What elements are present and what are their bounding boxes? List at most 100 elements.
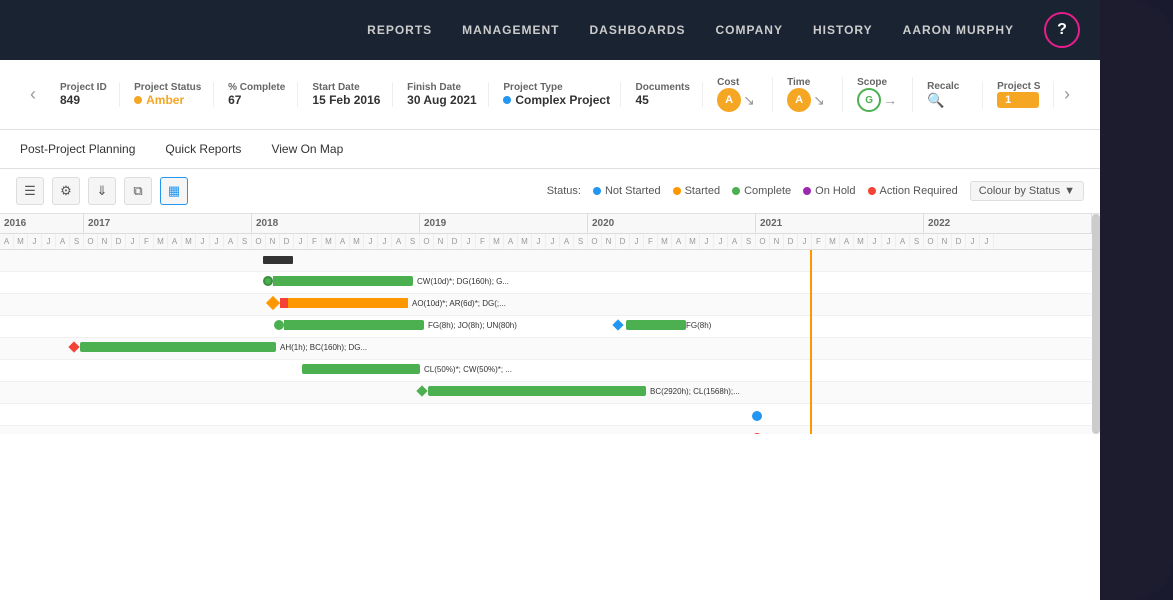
gantt-row-7: BC(2920h); CL(1568h);... [0, 382, 1100, 404]
colour-by-status-label: Colour by Status [979, 185, 1060, 197]
year-2020: 2020 [588, 214, 756, 233]
gantt-bar-6 [302, 364, 420, 374]
gantt-row-8 [0, 404, 1100, 426]
legend-action-required: Action Required [868, 185, 958, 197]
start-date-value: 15 Feb 2016 [312, 93, 378, 107]
year-2021: 2021 [756, 214, 924, 233]
milestone-dot-8a [752, 411, 762, 421]
help-button[interactable]: ? [1044, 12, 1080, 48]
legend-complete: Complete [732, 185, 791, 197]
recalc-field: Recalc 🔍 [913, 81, 983, 109]
project-status-label: Project Status [134, 82, 199, 93]
gantt-bar-3-inner [280, 298, 408, 308]
legend-on-hold: On Hold [803, 185, 855, 197]
subnav-quick-reports[interactable]: Quick Reports [165, 140, 241, 158]
bar-start-diamond-2 [263, 276, 273, 286]
today-line [810, 250, 812, 434]
settings-icon: ⚙ [60, 183, 72, 199]
scope-label: Scope [857, 77, 898, 88]
started-label: Started [685, 185, 720, 197]
time-arrow-icon: ↘ [813, 92, 825, 109]
gantt-row-4: FG(8h); JO(8h); UN(80h) FG(8h) [0, 316, 1100, 338]
gantt-bar-group-7: BC(2920h); CL(1568h);... [418, 386, 740, 396]
project-id-value: 849 [60, 93, 105, 107]
gantt-bar-label-2: CW(10d)*; DG(160h); G... [417, 277, 509, 286]
gantt-bar-7 [428, 386, 646, 396]
filter-button[interactable]: ☰ [16, 177, 44, 205]
status-label: Status: [547, 185, 581, 197]
nav-dashboards[interactable]: DASHBOARDS [590, 23, 686, 37]
project-type-value: Complex Project [503, 93, 606, 107]
download-button[interactable]: ⇓ [88, 177, 116, 205]
action-required-label: Action Required [880, 185, 958, 197]
started-dot [673, 187, 681, 195]
documents-label: Documents [635, 82, 688, 93]
project-s-badge: 1 [997, 92, 1039, 108]
expand-icon: ⧉ [133, 183, 142, 199]
milestone-dot-9 [752, 433, 762, 434]
nav-reports[interactable]: REPORTS [367, 23, 432, 37]
colour-by-status-button[interactable]: Colour by Status ▼ [970, 181, 1084, 201]
nav-history[interactable]: HISTORY [813, 23, 873, 37]
gantt-bar-label-7: BC(2920h); CL(1568h);... [650, 387, 740, 396]
cost-label: Cost [717, 77, 758, 88]
gantt-scrollbar[interactable] [1092, 214, 1100, 434]
complete-label: Complete [744, 185, 791, 197]
gantt-bar-label-5: AH(1h); BC(160h); DG... [280, 343, 367, 352]
project-status-value: Amber [134, 93, 199, 107]
legend-not-started: Not Started [593, 185, 661, 197]
recalc-label: Recalc [927, 81, 968, 92]
project-id-field: Project ID 849 [46, 82, 120, 107]
nav-company[interactable]: COMPANY [716, 23, 783, 37]
finish-date-field: Finish Date 30 Aug 2021 [393, 82, 489, 107]
blue-dot-icon [503, 96, 511, 104]
time-label: Time [787, 77, 828, 88]
nav-user[interactable]: AARON MURPHY [903, 23, 1014, 37]
year-2019: 2019 [420, 214, 588, 233]
project-info-bar: ‹ Project ID 849 Project Status Amber % … [0, 60, 1100, 130]
chat-icon: ▦ [168, 183, 180, 199]
gantt-bar-2 [273, 276, 413, 286]
gantt-bar-label-3: AO(10d)*; AR(6d)*; DG(;... [412, 299, 506, 308]
download-icon: ⇓ [97, 183, 108, 199]
top-nav: REPORTS MANAGEMENT DASHBOARDS COMPANY HI… [0, 0, 1100, 60]
gantt-month-headers: AM JJ AS ON D JF MA MJ JA SO ND JF MA MJ… [0, 234, 1100, 250]
expand-button[interactable]: ⧉ [124, 177, 152, 205]
legend-started: Started [673, 185, 720, 197]
gantt-bar-label-4: FG(8h); JO(8h); UN(80h) [428, 321, 517, 330]
year-2017: 2017 [84, 214, 252, 233]
subnav-post-project[interactable]: Post-Project Planning [20, 140, 135, 158]
gantt-bar-5 [80, 342, 276, 352]
bar-red-3 [280, 298, 288, 308]
gantt-bar-group-4b: FG(8h) [614, 320, 711, 330]
not-started-dot [593, 187, 601, 195]
prev-project-arrow[interactable]: ‹ [20, 84, 46, 105]
scope-arrow-icon: → [883, 92, 897, 108]
project-s-label: Project S [997, 81, 1039, 92]
chat-button[interactable]: ▦ [160, 177, 188, 205]
filter-icon: ☰ [24, 183, 36, 199]
scope-field: Scope G → [843, 77, 913, 112]
gantt-chart[interactable]: 2016 2017 2018 2019 2020 2021 2022 AM JJ… [0, 214, 1100, 434]
cost-arrow-icon: ↘ [743, 92, 755, 109]
time-badge-group: A ↘ [787, 88, 828, 112]
bar-diamond-3 [266, 296, 280, 310]
nav-management[interactable]: MANAGEMENT [462, 23, 559, 37]
gantt-row-6: CL(50%)*; CW(50%)*; ... [0, 360, 1100, 382]
gantt-bar-4b [626, 320, 686, 330]
gantt-row-2: CW(10d)*; DG(160h); G... [0, 272, 1100, 294]
recalc-search-icon[interactable]: 🔍 [927, 92, 968, 109]
bar-diamond-7 [416, 385, 427, 396]
sub-nav: Post-Project Planning Quick Reports View… [0, 130, 1100, 169]
gantt-bar-group-2: CW(10d)*; DG(160h); G... [263, 276, 509, 286]
gantt-bar-label-6: CL(50%)*; CW(50%)*; ... [424, 365, 512, 374]
finish-date-label: Finish Date [407, 82, 474, 93]
next-project-arrow[interactable]: › [1054, 84, 1080, 105]
subnav-view-on-map[interactable]: View On Map [271, 140, 343, 158]
documents-field: Documents 45 [621, 82, 703, 107]
gantt-row-9 [0, 426, 1100, 434]
settings-button[interactable]: ⚙ [52, 177, 80, 205]
bar-dot-4 [274, 320, 284, 330]
gantt-bar-group-4a: FG(8h); JO(8h); UN(80h) [274, 320, 517, 330]
gantt-bar-group-6: CL(50%)*; CW(50%)*; ... [302, 364, 512, 374]
